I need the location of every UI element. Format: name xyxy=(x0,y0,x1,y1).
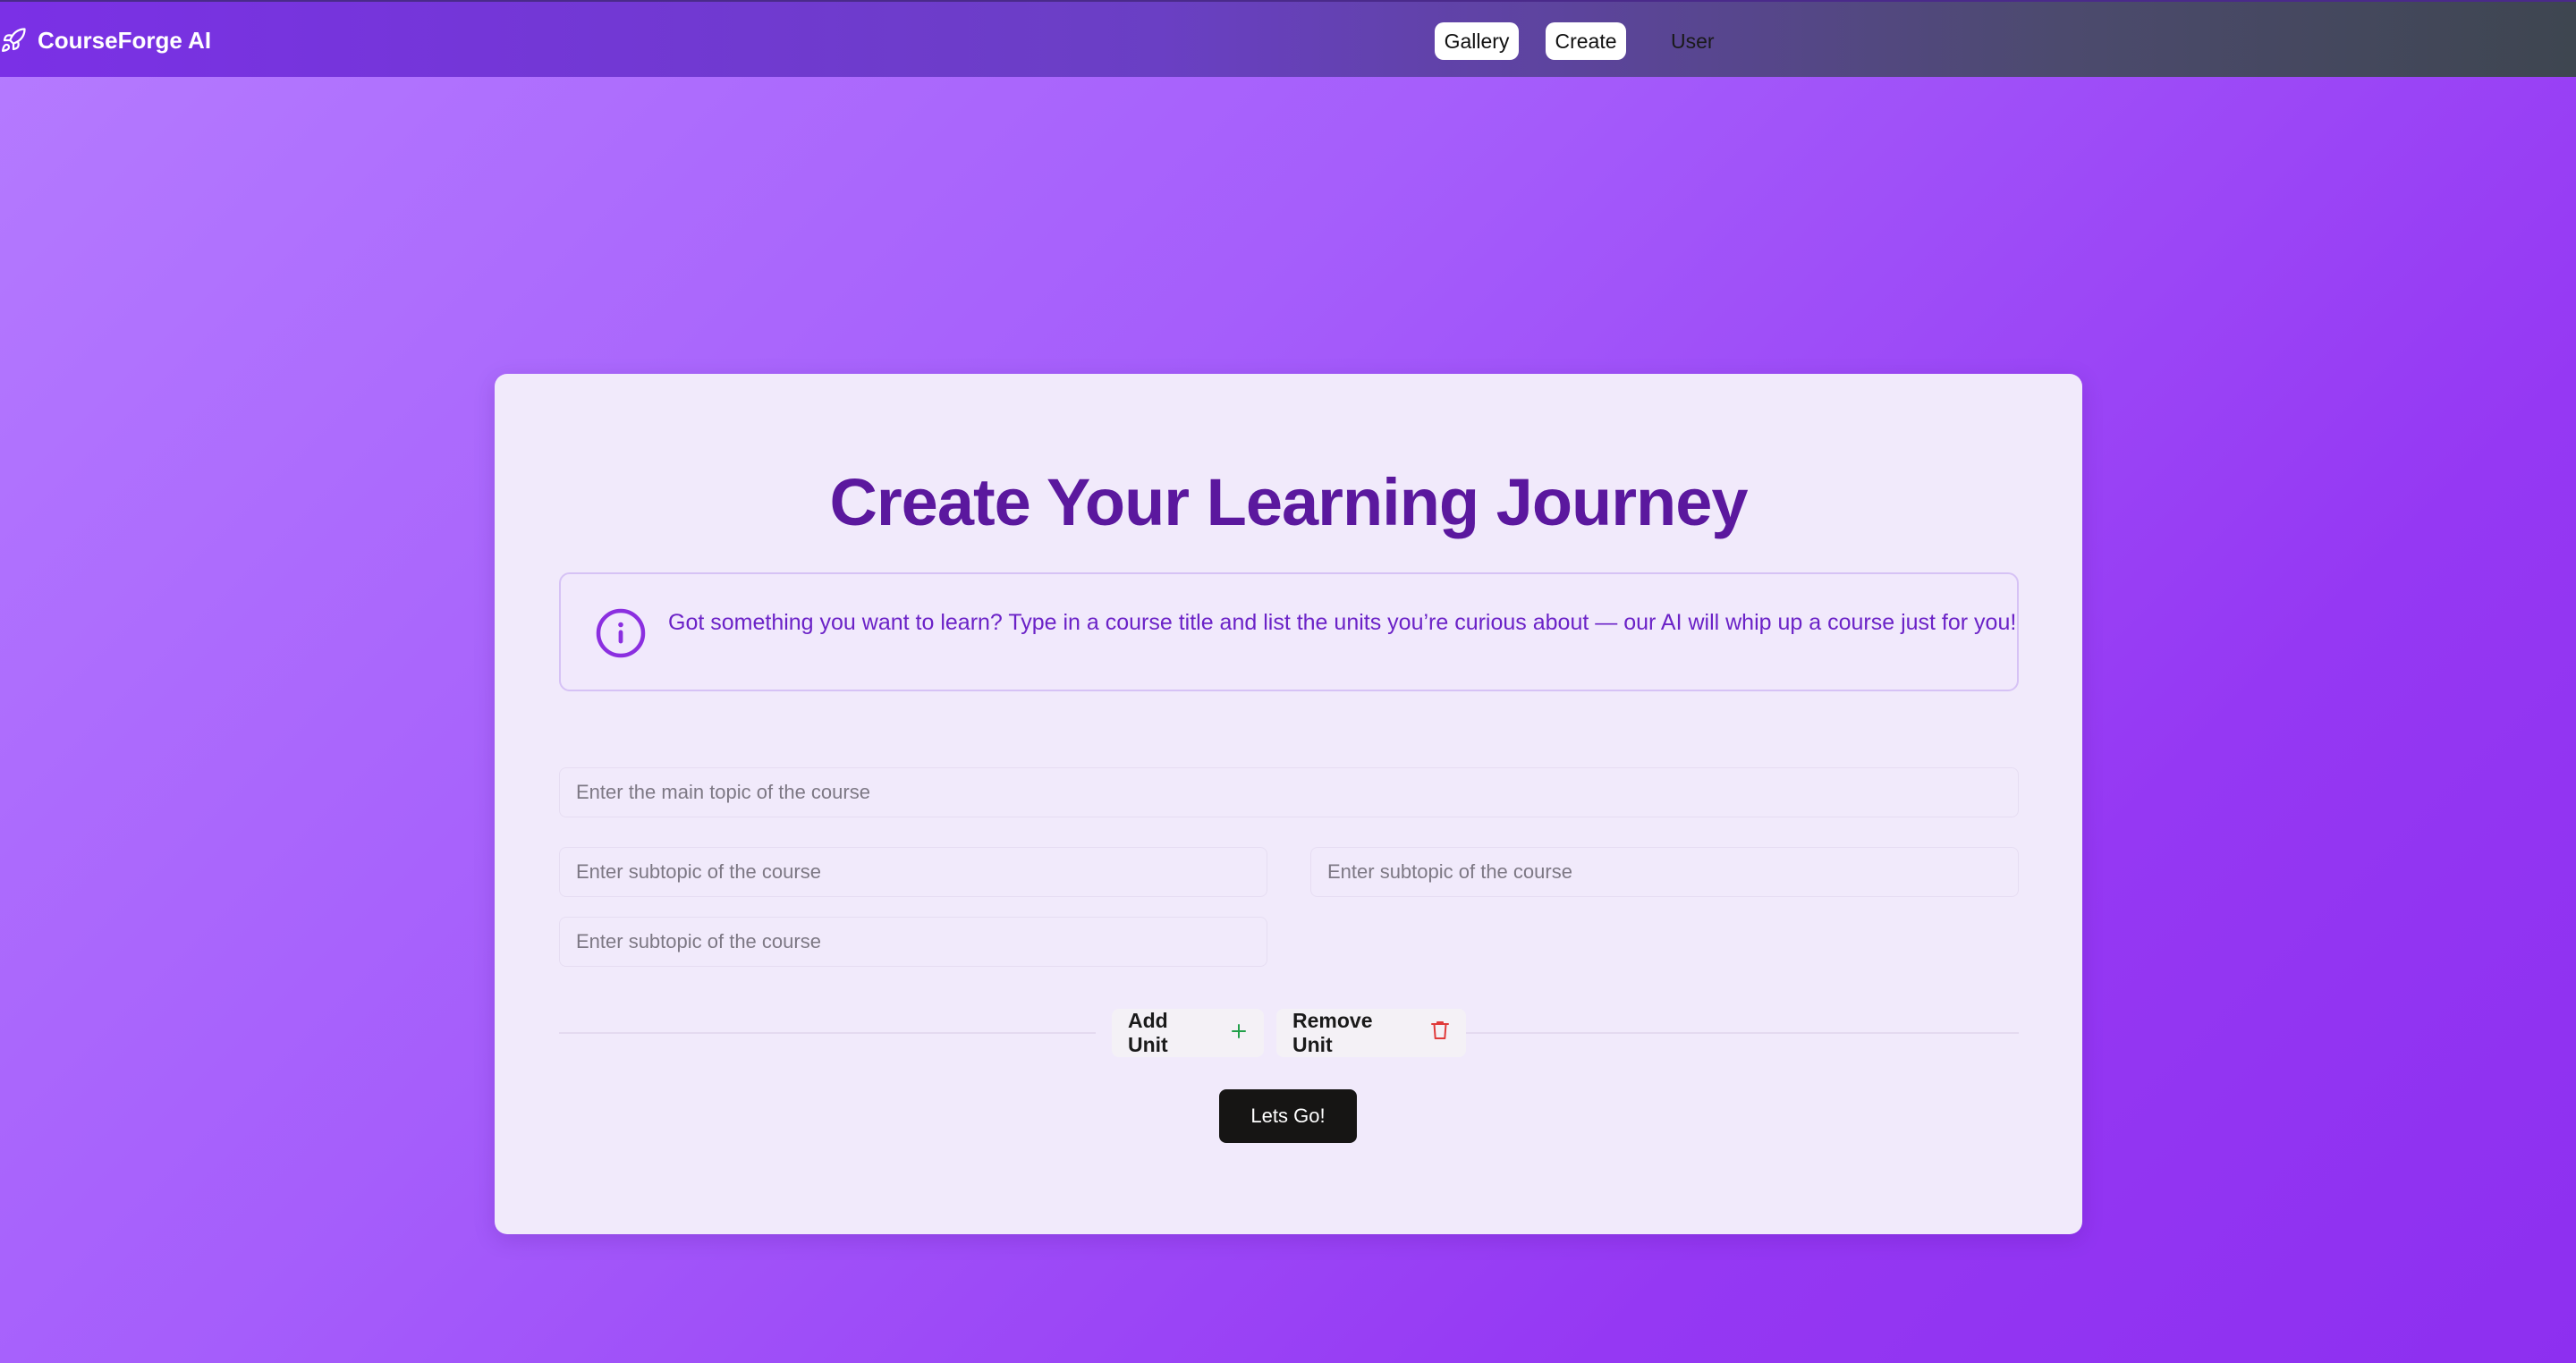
lets-go-button[interactable]: Lets Go! xyxy=(1219,1089,1357,1143)
nav-create-button[interactable]: Create xyxy=(1546,22,1626,60)
remove-unit-button[interactable]: Remove Unit xyxy=(1276,1009,1466,1057)
info-icon xyxy=(595,607,647,664)
nav-user-link[interactable]: User xyxy=(1671,22,1715,60)
page-title: Create Your Learning Journey xyxy=(829,465,1748,539)
subtopic-input-3[interactable] xyxy=(559,917,1267,967)
create-course-card: Create Your Learning Journey Got somethi… xyxy=(495,374,2082,1234)
subtopic-input-2[interactable] xyxy=(1310,847,2019,897)
rocket-icon xyxy=(0,27,27,54)
plus-icon xyxy=(1230,1021,1248,1046)
trash-icon xyxy=(1430,1020,1450,1046)
info-text: Got something you want to learn? Type in… xyxy=(668,610,2017,635)
divider-left xyxy=(559,1032,1096,1034)
brand-name: CourseForge AI xyxy=(38,26,212,54)
brand-logo[interactable]: CourseForge AI xyxy=(0,2,211,79)
subtopic-input-1[interactable] xyxy=(559,847,1267,897)
nav-gallery-button[interactable]: Gallery xyxy=(1435,22,1519,60)
remove-unit-label: Remove Unit xyxy=(1292,1009,1373,1056)
info-banner: Got something you want to learn? Type in… xyxy=(559,572,2019,691)
add-unit-button[interactable]: Add Unit xyxy=(1112,1009,1264,1057)
course-topic-input[interactable] xyxy=(559,767,2019,817)
add-unit-label: Add Unit xyxy=(1128,1009,1168,1056)
top-navbar: CourseForge AI Gallery Create User xyxy=(0,0,2576,77)
divider-right xyxy=(1466,1032,2019,1034)
